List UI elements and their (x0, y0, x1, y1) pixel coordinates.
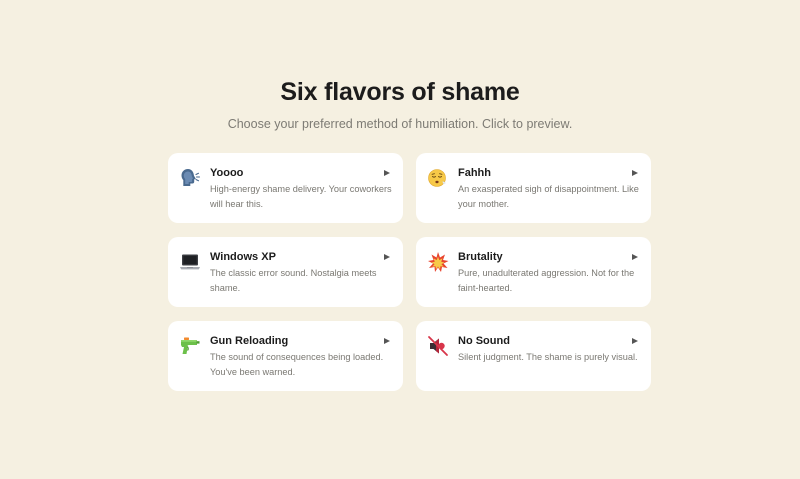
sound-name: No Sound (458, 335, 510, 347)
sighing-face-icon (428, 169, 446, 187)
sound-description: An exasperated sigh of disappointment. L… (458, 184, 639, 209)
page-title: Six flavors of shame (280, 78, 520, 106)
sound-description: The sound of consequences being loaded. … (210, 352, 384, 377)
sound-card-windows-xp[interactable]: Windows XP The classic error sound. Nost… (168, 237, 403, 307)
sound-card-brutality[interactable]: Brutality Pure, unadulterated aggression… (416, 237, 651, 307)
sound-name: Yoooo (210, 167, 244, 179)
page-subtitle: Choose your preferred method of humiliat… (227, 117, 573, 131)
collision-icon (428, 252, 449, 272)
speaking-head-icon (181, 169, 201, 186)
sound-card-no-sound[interactable]: No Sound Silent judgment. The shame is p… (416, 321, 651, 391)
sound-name: Fahhh (458, 167, 491, 179)
play-icon[interactable] (632, 338, 638, 344)
sound-description: Silent judgment. The shame is purely vis… (458, 352, 638, 362)
play-icon[interactable] (384, 254, 390, 260)
sound-description: High-energy shame delivery. Your coworke… (210, 184, 392, 209)
sound-name: Brutality (458, 251, 503, 263)
sound-name: Windows XP (210, 251, 276, 263)
play-icon[interactable] (384, 338, 390, 344)
sound-card-yoooo[interactable]: Yoooo High-energy shame delivery. Your c… (168, 153, 403, 223)
page: Six flavors of shame Choose your preferr… (0, 0, 800, 479)
sound-description: Pure, unadulterated aggression. Not for … (458, 268, 635, 293)
play-icon[interactable] (384, 170, 390, 176)
sound-card-fahhh[interactable]: Fahhh An exasperated sigh of disappointm… (416, 153, 651, 223)
sound-options-grid: Yoooo High-energy shame delivery. Your c… (168, 153, 651, 391)
sound-description: The classic error sound. Nostalgia meets… (210, 268, 377, 293)
play-icon[interactable] (632, 170, 638, 176)
sound-name: Gun Reloading (210, 335, 289, 347)
play-icon[interactable] (632, 254, 638, 260)
water-pistol-icon (181, 337, 200, 354)
sound-card-gun-reloading[interactable]: Gun Reloading The sound of consequences … (168, 321, 403, 391)
muted-speaker-icon (428, 336, 448, 356)
laptop-icon (180, 254, 200, 270)
